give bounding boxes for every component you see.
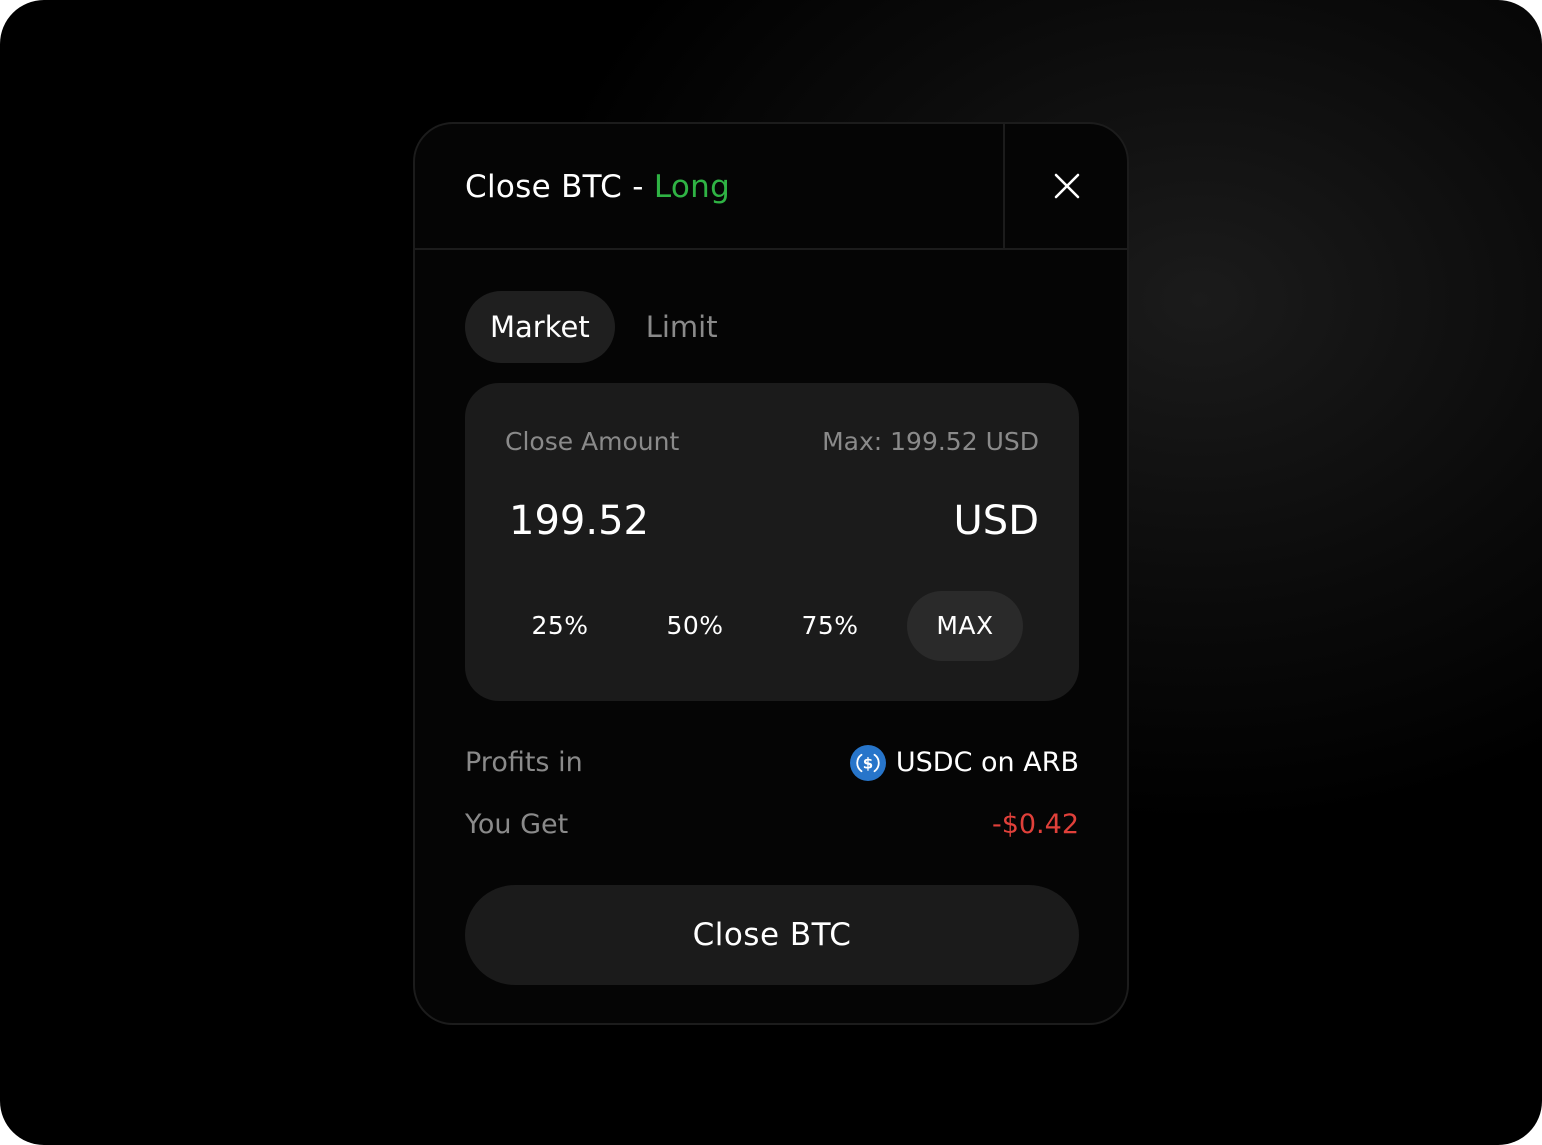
you-get-label: You Get	[465, 809, 569, 840]
you-get-value: -$0.42	[991, 809, 1079, 840]
close-amount-input[interactable]	[505, 493, 865, 549]
max-amount-button[interactable]: Max: 199.52 USD	[822, 427, 1039, 456]
amount-unit-label: USD	[953, 498, 1039, 544]
preset-50-button[interactable]: 50%	[637, 591, 753, 661]
close-icon	[1054, 173, 1080, 199]
profits-in-label: Profits in	[465, 747, 583, 778]
preset-25-button[interactable]: 25%	[502, 591, 618, 661]
position-side-label: Long	[653, 169, 731, 205]
preset-max-button[interactable]: MAX	[907, 591, 1023, 661]
profits-in-row: Profits in $ USDC on ARB	[465, 743, 1079, 783]
close-position-modal: Close BTC - Long Market Limit Close Amou…	[413, 122, 1129, 1025]
close-button[interactable]	[1005, 124, 1127, 248]
you-get-row: You Get -$0.42	[465, 805, 1079, 845]
svg-text:$: $	[863, 755, 873, 773]
preset-75-button[interactable]: 75%	[772, 591, 888, 661]
tab-limit[interactable]: Limit	[621, 291, 743, 363]
modal-title-prefix: Close BTC -	[465, 169, 654, 205]
profits-token-label: USDC on ARB	[895, 747, 1079, 778]
close-btc-button[interactable]: Close BTC	[465, 885, 1079, 985]
modal-title: Close BTC - Long	[465, 164, 730, 210]
order-type-tabs: Market Limit	[465, 291, 743, 363]
close-amount-label: Close Amount	[505, 427, 680, 456]
app-frame: Close BTC - Long Market Limit Close Amou…	[0, 0, 1542, 1145]
close-amount-card: Close Amount Max: 199.52 USD USD 25% 50%…	[465, 383, 1079, 701]
profits-token-selector[interactable]: $ USDC on ARB	[849, 743, 1079, 783]
tab-market[interactable]: Market	[465, 291, 615, 363]
usdc-icon: $	[849, 745, 886, 781]
modal-header: Close BTC - Long	[415, 124, 1127, 250]
percentage-presets: 25% 50% 75% MAX	[502, 591, 1042, 661]
